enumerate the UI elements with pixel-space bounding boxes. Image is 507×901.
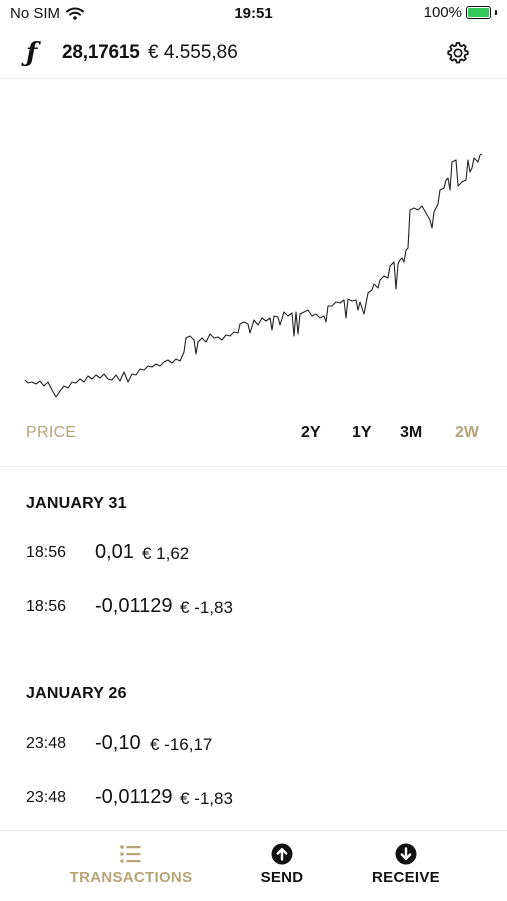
range-selector: PRICE 2Y 1Y 3M 2W bbox=[0, 420, 507, 448]
list-icon bbox=[120, 845, 141, 863]
arrow-up-circle-icon bbox=[271, 843, 293, 865]
divider bbox=[0, 466, 507, 467]
battery-icon bbox=[466, 6, 491, 19]
tx-fiat: € -1,83 bbox=[180, 598, 233, 617]
tab-transactions[interactable]: TRANSACTIONS bbox=[68, 843, 194, 886]
tx-time: 23:48 bbox=[26, 735, 67, 752]
transaction-row[interactable]: 23:48 -0,01129 € -1,83 bbox=[0, 780, 507, 816]
price-chart-svg bbox=[24, 153, 483, 398]
transaction-row[interactable]: 23:48 -0,10 € -16,17 bbox=[0, 726, 507, 762]
arrow-down-circle-icon bbox=[395, 843, 417, 865]
transaction-row[interactable]: 18:56 0,01 € 1,62 bbox=[0, 535, 507, 571]
transaction-row[interactable]: 18:56 -0,01129 € -1,83 bbox=[0, 589, 507, 625]
tx-time: 23:48 bbox=[26, 789, 67, 806]
currency-symbol: ƒ bbox=[26, 38, 38, 68]
tx-fiat: € 1,62 bbox=[142, 544, 190, 563]
tx-amount: -0,01129 bbox=[95, 786, 173, 808]
date-header: JANUARY 31 bbox=[26, 495, 127, 512]
tx-fiat: € -16,17 bbox=[150, 735, 213, 754]
tab-send[interactable]: SEND bbox=[252, 843, 312, 886]
date-header: JANUARY 26 bbox=[26, 685, 127, 702]
tx-time: 18:56 bbox=[26, 544, 67, 561]
fiat-balance: € 4.555,86 bbox=[148, 42, 238, 63]
tab-receive[interactable]: RECEIVE bbox=[366, 843, 446, 886]
tab-bar: TRANSACTIONS SEND RECEIVE bbox=[0, 830, 507, 901]
tab-label: TRANSACTIONS bbox=[69, 869, 193, 886]
battery-tip bbox=[495, 10, 497, 15]
tx-time: 18:56 bbox=[26, 598, 67, 615]
range-3m-button[interactable]: 3M bbox=[400, 424, 422, 442]
tab-label: SEND bbox=[260, 869, 304, 886]
tx-amount: -0,01129 bbox=[95, 595, 173, 617]
tx-fiat: € -1,83 bbox=[180, 789, 233, 808]
range-1y-button[interactable]: 1Y bbox=[352, 424, 372, 442]
status-bar: No SIM 19:51 100% bbox=[0, 0, 507, 28]
battery-fill bbox=[468, 8, 489, 17]
coin-balance: 28,17615 bbox=[62, 42, 140, 63]
range-2y-button[interactable]: 2Y bbox=[301, 424, 321, 442]
tx-amount: 0,01 bbox=[95, 541, 134, 563]
battery-percent: 100% bbox=[423, 4, 462, 21]
wallet-header: ƒ 28,17615 € 4.555,86 bbox=[0, 30, 507, 79]
gear-icon[interactable] bbox=[445, 40, 471, 66]
price-line bbox=[24, 153, 483, 398]
price-chart[interactable] bbox=[0, 80, 507, 410]
tx-amount: -0,10 bbox=[95, 732, 141, 754]
tab-label: RECEIVE bbox=[372, 869, 440, 886]
battery-group: 100% bbox=[424, 4, 497, 21]
range-2w-button[interactable]: 2W bbox=[455, 424, 479, 442]
price-label: PRICE bbox=[26, 424, 77, 441]
